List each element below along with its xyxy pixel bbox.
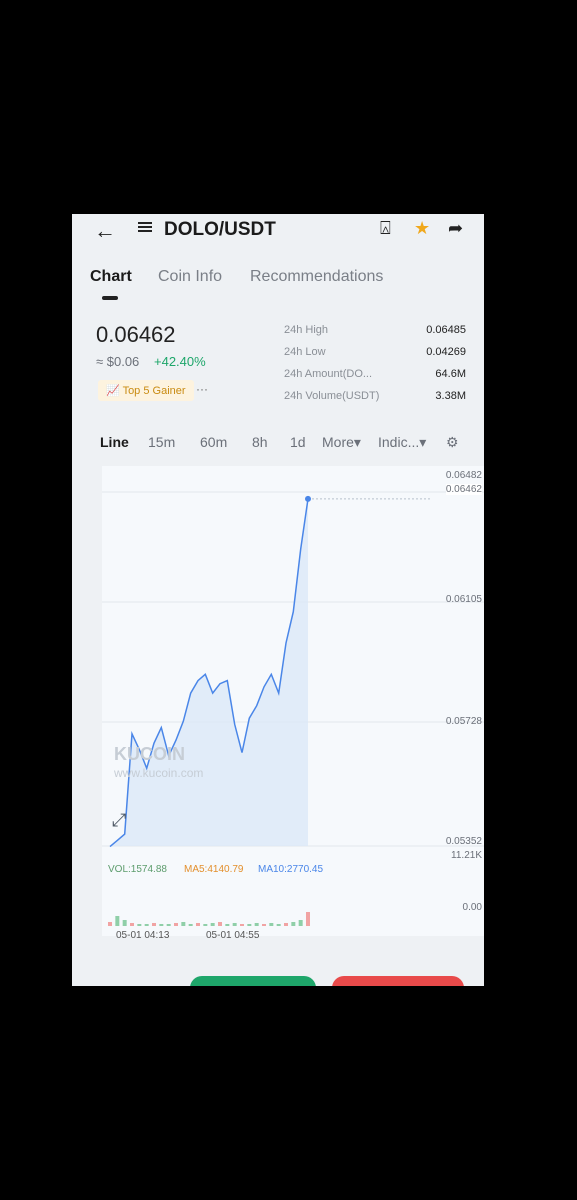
more-badges-button[interactable]: ··· — [196, 382, 208, 396]
ma5-indicator: MA5:4140.79 — [184, 864, 244, 875]
timeframe-8h[interactable]: 8h — [252, 434, 268, 450]
y-tick-label: 0.05352 — [445, 836, 482, 847]
volume-bar — [276, 924, 281, 926]
volume-bar — [203, 924, 208, 926]
volume-bar — [262, 924, 266, 926]
y-tick-label: 0.06482 — [445, 470, 482, 481]
ma10-indicator: MA10:2770.45 — [258, 864, 324, 875]
volume-max-label: 11.21K — [451, 850, 482, 861]
stat-24h-high-value: 0.06485 — [426, 324, 466, 336]
volume-bar — [225, 924, 230, 926]
tab-recommendations[interactable]: Recommendations — [250, 268, 383, 286]
tab-chart[interactable]: Chart — [90, 268, 132, 286]
volume-indicator: VOL:1574.88 — [108, 864, 167, 875]
volume-bar — [159, 924, 164, 926]
price-area — [110, 498, 308, 847]
volume-bar — [269, 923, 274, 926]
volume-bar — [232, 923, 237, 926]
y-tick-label: 0.05728 — [445, 716, 482, 727]
timeframe-more[interactable]: More▾ — [322, 434, 361, 451]
volume-bar — [240, 924, 244, 926]
last-price-tag: 0.06462 — [445, 484, 482, 495]
pair-title[interactable]: DOLO/USDT — [164, 219, 276, 241]
volume-bar — [166, 924, 171, 926]
top-gainer-badge[interactable]: 📈 Top 5 Gainer — [98, 380, 194, 401]
volume-min-label: 0.00 — [462, 902, 482, 913]
x-tick-label: 05-01 04:55 — [206, 930, 260, 941]
volume-bar — [188, 924, 193, 926]
volume-bar — [291, 922, 296, 926]
volume-bar — [196, 923, 200, 926]
price-change: +42.40% — [154, 354, 206, 369]
stat-24h-amount-value: 64.6M — [435, 368, 466, 380]
active-tab-indicator — [102, 296, 118, 300]
hamburger-icon[interactable] — [138, 220, 152, 234]
volume-bar — [152, 923, 156, 926]
x-tick-label: 05-01 04:13 — [116, 930, 170, 941]
stat-24h-low-label: 24h Low — [284, 346, 326, 358]
tab-bar: Chart Coin Info Recommendations — [72, 264, 484, 304]
caret-down-icon: ▾ — [419, 434, 427, 450]
volume-bar — [306, 912, 310, 926]
star-icon[interactable]: ★ — [414, 218, 430, 239]
caret-down-icon: ▾ — [353, 434, 361, 450]
last-price-dot — [305, 495, 311, 502]
volume-bar — [210, 923, 215, 926]
volume-bar — [115, 916, 120, 926]
volume-bar — [144, 924, 149, 926]
buy-button[interactable] — [190, 976, 316, 986]
volume-bar — [218, 922, 222, 926]
timeframe-line[interactable]: Line — [100, 434, 129, 450]
volume-bar — [254, 923, 259, 926]
indicators-label: Indic... — [378, 434, 420, 450]
share-icon[interactable]: ➦ — [448, 218, 463, 239]
timeframe-60m[interactable]: 60m — [200, 434, 227, 450]
sell-button[interactable] — [332, 976, 464, 986]
tab-coin-info[interactable]: Coin Info — [158, 268, 222, 286]
volume-bar — [284, 923, 288, 926]
last-price: 0.06462 — [96, 322, 176, 347]
app-screen: ← DOLO/USDT ⍓ ★ ➦ Chart Coin Info Recomm… — [72, 214, 484, 986]
volume-bar — [298, 920, 303, 926]
stat-24h-amount-label: 24h Amount(DO... — [284, 368, 373, 380]
timeframe-15m[interactable]: 15m — [148, 434, 175, 450]
top-bar: ← DOLO/USDT ⍓ ★ ➦ — [72, 214, 484, 248]
fiat-price: ≈ $0.06 — [96, 354, 140, 369]
y-tick-label: 0.06105 — [445, 594, 482, 605]
timeframe-more-label: More — [322, 434, 354, 450]
arrow-left-icon[interactable]: ← — [94, 218, 116, 244]
badge-label: Top 5 Gainer — [122, 385, 186, 397]
volume-bar — [174, 923, 178, 926]
indicators-dropdown[interactable]: Indic...▾ — [378, 434, 426, 451]
stat-24h-volume-value: 3.38M — [435, 390, 466, 402]
volume-bar — [247, 924, 252, 926]
timeframe-1d[interactable]: 1d — [290, 434, 306, 450]
bell-alert-icon[interactable]: ⍓ — [380, 218, 391, 239]
stat-24h-high-label: 24h High — [284, 324, 329, 336]
kucoin-watermark: KUCOIN — [114, 744, 185, 764]
fullscreen-icon[interactable]: ⤢ — [112, 810, 126, 831]
volume-bar — [130, 923, 134, 926]
chart-settings-icon[interactable]: ⚙ — [446, 434, 459, 451]
volume-bar — [108, 922, 112, 926]
volume-bar — [181, 922, 186, 926]
stat-24h-low-value: 0.04269 — [426, 346, 466, 358]
volume-bar — [122, 920, 127, 926]
stat-24h-volume-label: 24h Volume(USDT) — [284, 390, 380, 402]
kucoin-url-watermark: www.kucoin.com — [114, 766, 204, 780]
volume-bar — [137, 924, 142, 926]
